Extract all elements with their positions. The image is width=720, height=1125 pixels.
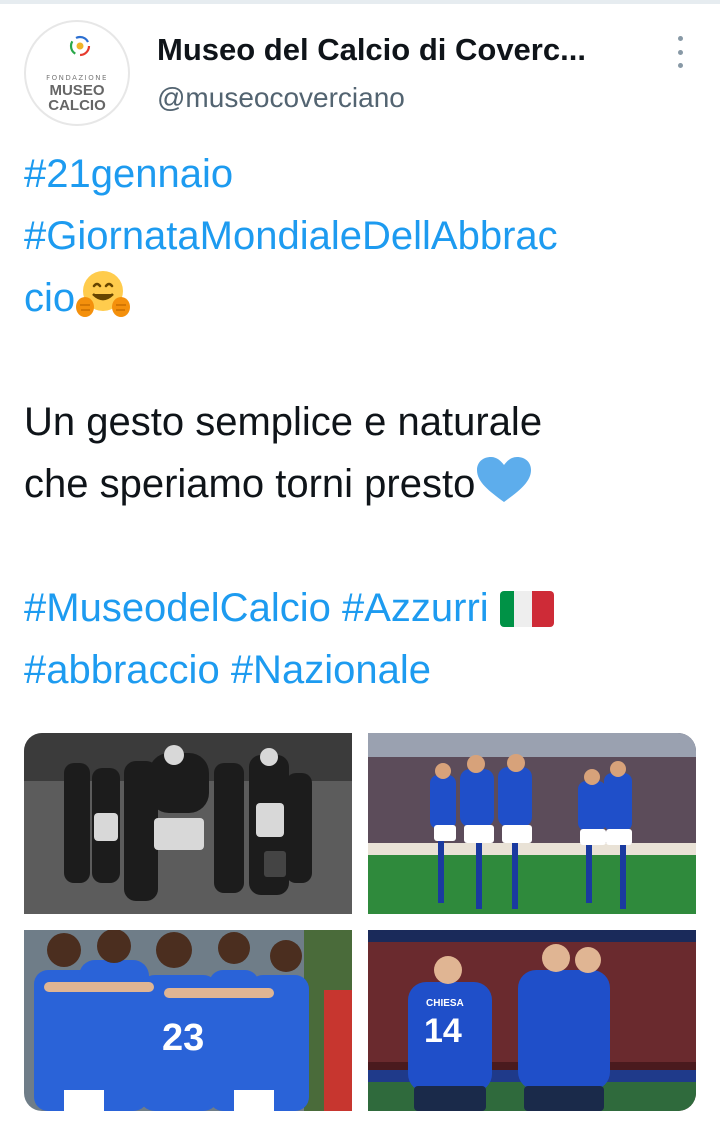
hashtag-abbraccio[interactable]: #abbraccio <box>24 648 220 692</box>
user-handle[interactable]: @museocoverciano <box>157 82 405 114</box>
photo3-jersey-number: 23 <box>162 1017 204 1059</box>
avatar-calcio-text: CALCIO <box>48 97 106 114</box>
hashtag-azzurri[interactable]: #Azzurri <box>342 586 489 630</box>
hashtag-museodelcalcio[interactable]: #MuseodelCalcio <box>24 586 331 630</box>
hugging-face-icon <box>76 271 131 317</box>
avatar-museo-text: MUSEO <box>49 82 105 99</box>
hashtag-giornata-mondiale[interactable]: #GiornataMondialeDellAbbrac <box>24 214 558 258</box>
hashtag-nazionale[interactable]: #Nazionale <box>231 648 431 692</box>
media-grid: 23 CHIESA 14 <box>24 733 696 1111</box>
tweet-text: #21gennaio #GiornataMondialeDellAbbrac c… <box>24 143 694 701</box>
more-options-icon[interactable] <box>668 36 692 68</box>
photo4-jersey-number: 14 <box>424 1012 462 1050</box>
blue-heart-icon <box>477 457 532 502</box>
photo-women-team-hug[interactable]: 23 <box>24 930 352 1111</box>
avatar-foundation-text: FONDAZIONE <box>46 74 108 82</box>
photo-chiesa-hug[interactable]: CHIESA 14 <box>368 930 696 1111</box>
body-line-2: che speriamo torni presto <box>24 462 476 506</box>
photo-azzurri-celebration[interactable] <box>368 733 696 914</box>
photo4-player-name: CHIESA <box>426 998 464 1009</box>
display-name[interactable]: Museo del Calcio di Coverc... <box>157 32 617 68</box>
italy-flag-icon <box>499 591 554 627</box>
top-divider <box>0 0 720 4</box>
hashtag-21gennaio[interactable]: #21gennaio <box>24 152 233 196</box>
avatar[interactable]: FONDAZIONE MUSEO CALCIO <box>24 20 130 126</box>
hashtag-giornata-mondiale-end[interactable]: cio <box>24 276 75 320</box>
logo-ring-icon <box>69 35 91 57</box>
body-line-1: Un gesto semplice e naturale <box>24 400 543 444</box>
photo-historic-hug[interactable] <box>24 733 352 914</box>
